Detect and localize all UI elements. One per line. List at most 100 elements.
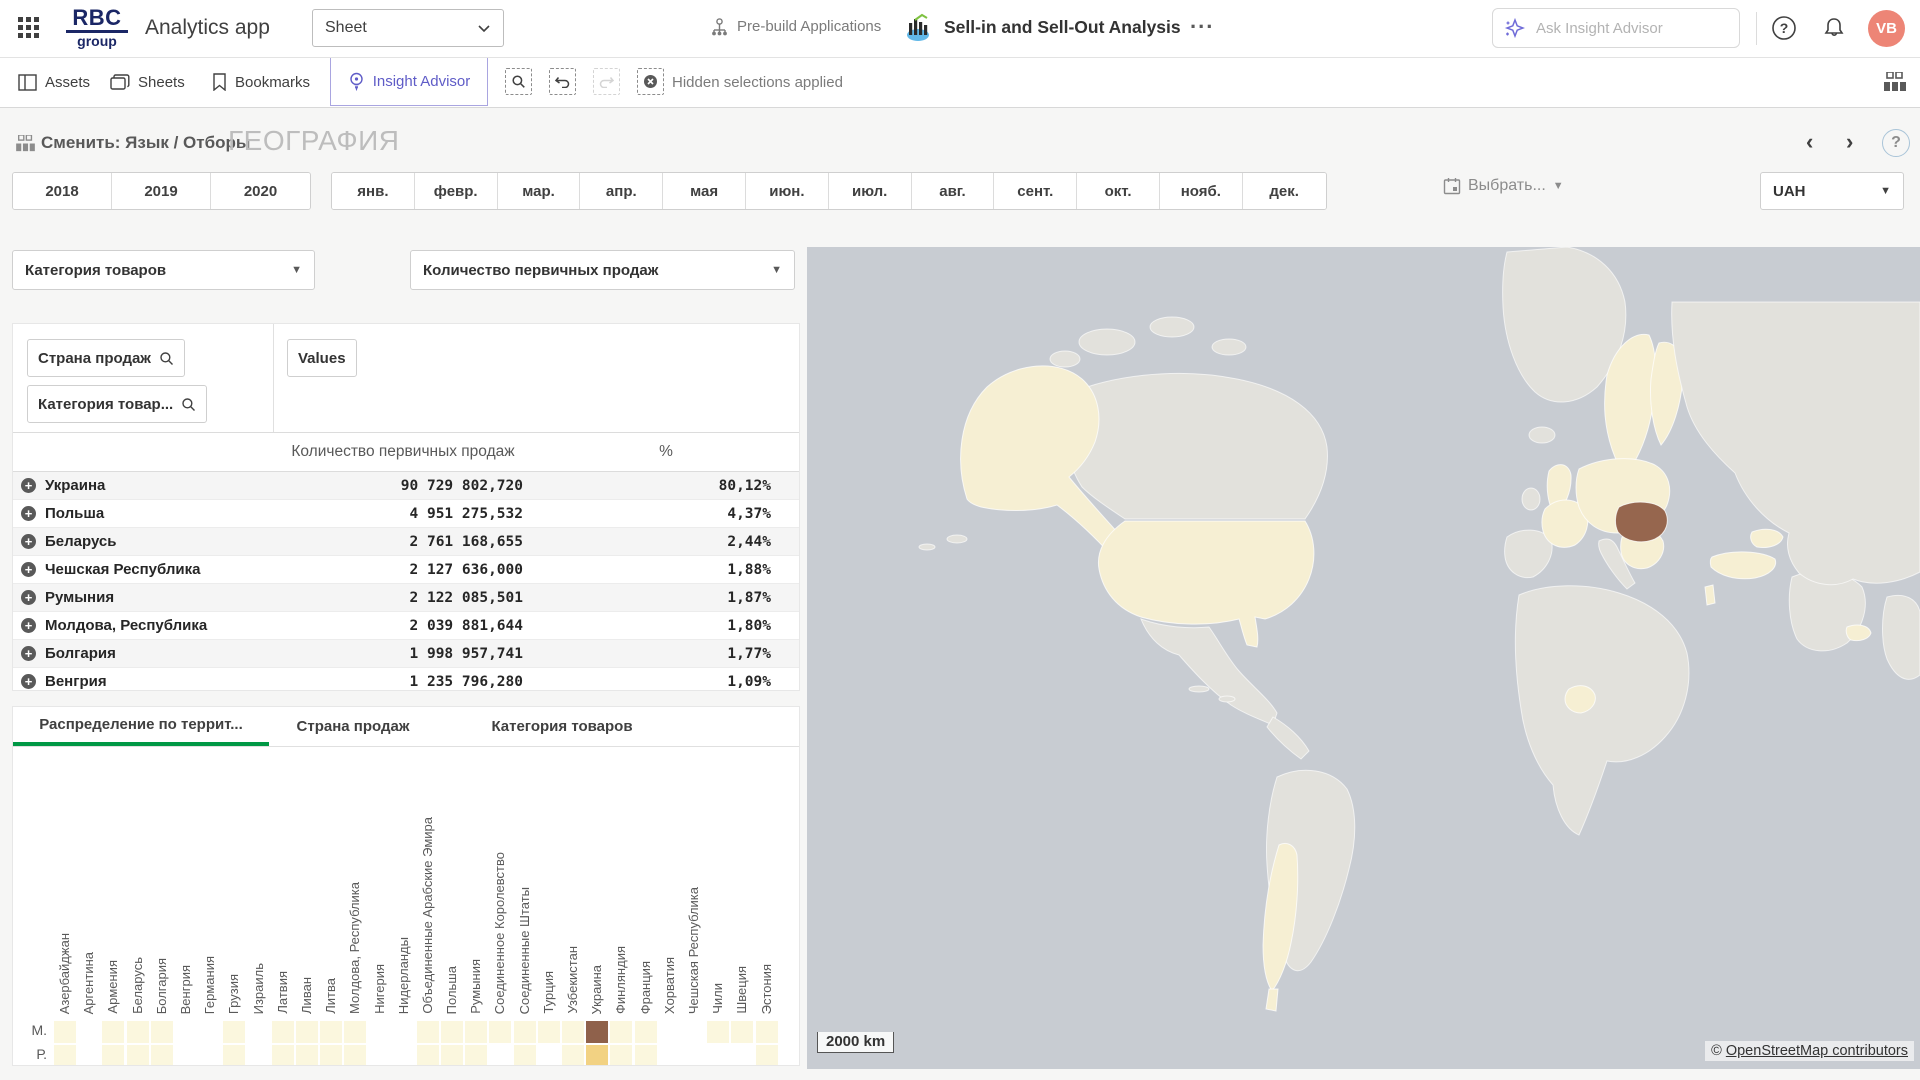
heatmap-cell[interactable]: [199, 1045, 221, 1066]
heatmap-cell[interactable]: [369, 1045, 391, 1066]
heatmap-cell[interactable]: [248, 1021, 270, 1043]
heatmap-cell[interactable]: [272, 1021, 294, 1043]
pivot-values-button[interactable]: Values: [287, 339, 357, 377]
heatmap-cell[interactable]: [54, 1021, 76, 1043]
pivot-measure-header[interactable]: Количество первичных продаж: [273, 443, 533, 461]
heatmap-cell[interactable]: [514, 1021, 536, 1043]
heatmap-cell[interactable]: [127, 1021, 149, 1043]
heatmap-column-label[interactable]: Азербайджан: [53, 933, 77, 1014]
heatmap-cell[interactable]: [514, 1045, 536, 1066]
year-button-2018[interactable]: 2018: [13, 173, 112, 209]
pivot-row-6[interactable]: +Молдова, Республика2 039 881,6441,80%: [13, 612, 799, 640]
heatmap-cell[interactable]: [248, 1045, 270, 1066]
heatmap-cell[interactable]: [538, 1045, 560, 1066]
heatmap-column-label[interactable]: Нидерланды: [392, 937, 416, 1014]
heatmap-column-label[interactable]: Молдова, Республика: [343, 882, 367, 1014]
heatmap-cell[interactable]: [175, 1021, 197, 1043]
expand-row-icon[interactable]: +: [21, 478, 36, 493]
heatmap-column-label[interactable]: Германия: [198, 956, 222, 1014]
pivot-row-8[interactable]: +Венгрия1 235 796,2801,09%: [13, 668, 799, 691]
heatmap-column-label[interactable]: Украина: [585, 965, 609, 1015]
heatmap-cell[interactable]: [538, 1021, 560, 1043]
heatmap-cell[interactable]: [223, 1021, 245, 1043]
month-button-4[interactable]: апр.: [580, 173, 663, 209]
heatmap-cell[interactable]: [635, 1021, 657, 1043]
heatmap-cell[interactable]: [320, 1045, 342, 1066]
heatmap-cell[interactable]: [610, 1045, 632, 1066]
heatmap-cell[interactable]: [465, 1021, 487, 1043]
heatmap-cell[interactable]: [562, 1045, 584, 1066]
heatmap-cell[interactable]: [756, 1021, 778, 1043]
heatmap-cell[interactable]: [102, 1045, 124, 1066]
heatmap-cell[interactable]: [393, 1045, 415, 1066]
heatmap-column-label[interactable]: Грузия: [222, 974, 246, 1014]
world-map[interactable]: 2000 km © OpenStreetMap contributors: [807, 247, 1920, 1069]
next-sheet-arrow[interactable]: ›: [1846, 131, 1853, 153]
pivot-row-3[interactable]: +Беларусь2 761 168,6552,44%: [13, 528, 799, 556]
heatmap-cell[interactable]: [610, 1021, 632, 1043]
assets-button[interactable]: Assets: [18, 57, 90, 107]
heatmap-cell[interactable]: [756, 1045, 778, 1066]
month-button-6[interactable]: июн.: [746, 173, 829, 209]
heatmap-cell[interactable]: [417, 1045, 439, 1066]
heatmap-cell[interactable]: [417, 1021, 439, 1043]
heatmap-column-label[interactable]: Эстония: [755, 964, 779, 1014]
heatmap-column-label[interactable]: Венгрия: [174, 965, 198, 1014]
heatmap-cell[interactable]: [296, 1021, 318, 1043]
heatmap-column-label[interactable]: Болгария: [150, 958, 174, 1014]
heatmap-cell[interactable]: [489, 1045, 511, 1066]
month-button-10[interactable]: окт.: [1077, 173, 1160, 209]
heatmap-cell[interactable]: [683, 1021, 705, 1043]
heatmap-column-label[interactable]: Ливан: [295, 977, 319, 1014]
year-button-2019[interactable]: 2019: [112, 173, 211, 209]
heatmap-cell[interactable]: [393, 1021, 415, 1043]
expand-row-icon[interactable]: +: [21, 590, 36, 605]
heatmap-cell[interactable]: [151, 1045, 173, 1066]
heatmap-cell[interactable]: [731, 1021, 753, 1043]
heatmap-column-label[interactable]: Швеция: [730, 966, 754, 1014]
month-button-11[interactable]: нояб.: [1160, 173, 1243, 209]
month-button-7[interactable]: июл.: [829, 173, 912, 209]
pivot-row-4[interactable]: +Чешская Республика2 127 636,0001,88%: [13, 556, 799, 584]
pivot-dim-category-button[interactable]: Категория товар...: [27, 385, 207, 423]
heatmap-cell[interactable]: [707, 1045, 729, 1066]
heatmap-cell[interactable]: [369, 1021, 391, 1043]
expand-row-icon[interactable]: +: [21, 534, 36, 549]
heatmap-column-label[interactable]: Финляндия: [609, 946, 633, 1014]
heatmap-cell[interactable]: [199, 1021, 221, 1043]
heatmap-cell[interactable]: [707, 1021, 729, 1043]
heatmap-cell[interactable]: [102, 1021, 124, 1043]
heatmap-cell[interactable]: [586, 1021, 608, 1043]
heatmap-column-label[interactable]: Израиль: [247, 963, 271, 1014]
heatmap-cell[interactable]: [465, 1045, 487, 1066]
clear-selections-icon[interactable]: [637, 68, 664, 95]
heatmap-column-label[interactable]: Польша: [440, 966, 464, 1014]
month-button-5[interactable]: мая: [663, 173, 746, 209]
heatmap-cell[interactable]: [586, 1045, 608, 1066]
change-language-selections-button[interactable]: Сменить: Язык / Отборы: [16, 133, 250, 153]
month-button-3[interactable]: мар.: [498, 173, 581, 209]
expand-row-icon[interactable]: +: [21, 646, 36, 661]
undo-selection-icon[interactable]: [549, 68, 576, 95]
heatmap-cell[interactable]: [296, 1045, 318, 1066]
category-dropdown[interactable]: Категория товаров ▼: [12, 250, 315, 290]
heatmap-column-label[interactable]: Литва: [319, 978, 343, 1014]
expand-row-icon[interactable]: +: [21, 618, 36, 633]
heatmap-cell[interactable]: [127, 1045, 149, 1066]
heatmap-cell[interactable]: [344, 1021, 366, 1043]
user-avatar[interactable]: VB: [1868, 10, 1905, 47]
expand-row-icon[interactable]: +: [21, 562, 36, 577]
prebuild-applications-button[interactable]: Pre-build Applications: [710, 17, 881, 36]
sheets-button[interactable]: Sheets: [110, 57, 185, 107]
heatmap-cell[interactable]: [344, 1045, 366, 1066]
insight-advisor-button[interactable]: Insight Advisor: [330, 57, 488, 106]
expand-row-icon[interactable]: +: [21, 674, 36, 689]
heatmap-cell[interactable]: [659, 1021, 681, 1043]
heatmap-cell[interactable]: [78, 1021, 100, 1043]
date-picker-dropdown[interactable]: Выбрать... ▼: [1443, 177, 1564, 195]
heatmap-column-label[interactable]: Франция: [634, 961, 658, 1014]
heatmap-cell[interactable]: [659, 1045, 681, 1066]
heatmap-column-label[interactable]: Хорватия: [658, 957, 682, 1014]
heatmap-cell[interactable]: [441, 1045, 463, 1066]
measure-dropdown[interactable]: Количество первичных продаж ▼: [410, 250, 795, 290]
